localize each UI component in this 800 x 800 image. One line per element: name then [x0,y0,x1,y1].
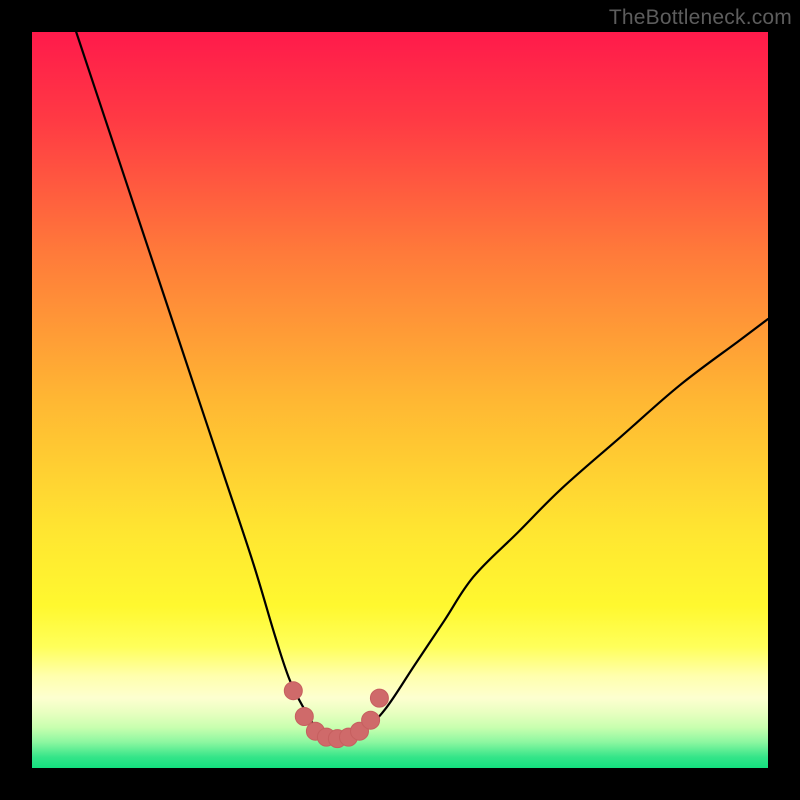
trough-marker [362,711,380,729]
trough-marker [295,708,313,726]
trough-marker [284,682,302,700]
plot-area [32,32,768,768]
trough-marker-group [284,682,388,748]
trough-marker [370,689,388,707]
watermark-text: TheBottleneck.com [609,6,792,30]
bottleneck-curve [76,32,768,740]
chart-frame: TheBottleneck.com [0,0,800,800]
curve-layer [32,32,768,768]
